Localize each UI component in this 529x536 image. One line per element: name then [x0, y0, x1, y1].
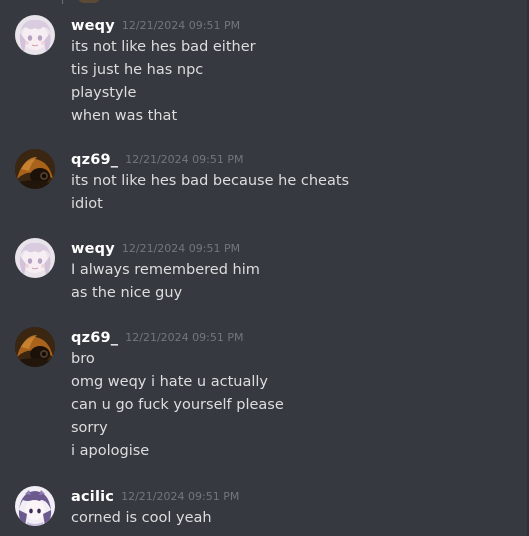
username[interactable]: qz69_: [71, 152, 118, 168]
timestamp: 12/21/2024 09:51 PM: [121, 490, 240, 503]
message-content: corned is cool yeah: [71, 509, 212, 532]
timestamp: 12/21/2024 09:51 PM: [121, 19, 241, 32]
message-content: its not like hes bad because he cheats i…: [71, 172, 349, 218]
dark-creature-avatar-icon[interactable]: [15, 149, 55, 189]
username[interactable]: weqy: [71, 18, 115, 34]
message-line: when was that: [71, 108, 178, 124]
message-line: omg weqy i hate u actually: [71, 374, 268, 390]
message-line: I always remembered him: [71, 262, 260, 278]
message-content: its not like hes bad either tis just he …: [71, 38, 256, 130]
message-line: i apologise: [71, 443, 150, 459]
message-header: acilic 12/21/2024 09:51 PM: [71, 486, 239, 506]
previous-message-reaction: [78, 0, 100, 3]
message-line: corned is cool yeah: [71, 510, 212, 526]
message-line: sorry: [71, 420, 108, 436]
message-line: idiot: [71, 196, 103, 212]
username[interactable]: acilic: [71, 489, 114, 505]
message-line: playstyle: [71, 85, 137, 101]
message-header: qz69_ 12/21/2024 09:51 PM: [71, 327, 243, 347]
timestamp: 12/21/2024 09:51 PM: [125, 153, 244, 166]
username[interactable]: qz69_: [71, 330, 118, 346]
purple-anime-avatar-icon[interactable]: [15, 486, 55, 526]
chat-message-list[interactable]: weqy 12/21/2024 09:51 PM its not like hes…: [0, 0, 529, 536]
message-content: I always remembered him as the nice guy: [71, 261, 260, 307]
dark-creature-avatar-icon[interactable]: [15, 327, 55, 367]
anime-girl-avatar-icon[interactable]: [15, 238, 55, 278]
message-line: as the nice guy: [71, 285, 183, 301]
message-line: its not like hes bad because he cheats: [71, 173, 350, 189]
message-line: its not like hes bad either: [71, 39, 256, 55]
message-header: weqy 12/21/2024 09:51 PM: [71, 238, 240, 258]
message-line: bro: [71, 351, 95, 367]
message-content: bro omg weqy i hate u actually can u go …: [71, 350, 284, 465]
username[interactable]: weqy: [71, 241, 115, 257]
timestamp: 12/21/2024 09:51 PM: [125, 331, 244, 344]
timestamp: 12/21/2024 09:51 PM: [121, 242, 241, 255]
anime-girl-avatar-icon[interactable]: [15, 15, 55, 55]
message-line: tis just he has npc: [71, 62, 204, 78]
divider: [62, 0, 63, 4]
message-line: can u go fuck yourself please: [71, 397, 284, 413]
message-header: qz69_ 12/21/2024 09:51 PM: [71, 149, 243, 169]
message-header: weqy 12/21/2024 09:51 PM: [71, 15, 240, 35]
